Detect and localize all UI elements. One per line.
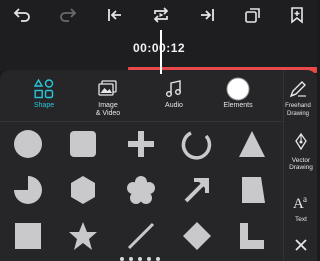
jump-to-end-icon[interactable]: [195, 3, 219, 27]
category-tabs: Shape Image & Video Audio Elements Freeh…: [0, 70, 311, 122]
shape-triangle[interactable]: [232, 124, 272, 164]
image-video-icon: [98, 80, 117, 96]
shape-square[interactable]: [8, 216, 48, 256]
shape-arrow[interactable]: [177, 170, 217, 210]
shape-plus[interactable]: [121, 124, 161, 164]
undo-icon[interactable]: [10, 3, 34, 27]
shape-trapezoid[interactable]: [232, 170, 272, 210]
shape-l-shape[interactable]: [232, 216, 272, 256]
redo-icon[interactable]: [56, 3, 80, 27]
vector-pen-icon: [295, 132, 307, 151]
shape-line[interactable]: [121, 216, 161, 256]
jump-to-start-icon[interactable]: [103, 3, 127, 27]
tab-label: Shape: [33, 102, 55, 109]
page-dot: [156, 257, 160, 261]
tab-image-video[interactable]: Image & Video: [80, 76, 136, 120]
shape-star[interactable]: [63, 216, 103, 256]
shape-hexagon[interactable]: [63, 170, 103, 210]
playhead[interactable]: [160, 30, 162, 74]
shapes-icon: [33, 78, 54, 99]
tab-label: Image & Video: [95, 102, 121, 117]
timeline[interactable]: 00:00:12: [0, 30, 317, 74]
side-tools: Vector Drawing A a Text: [283, 70, 317, 261]
shape-diamond[interactable]: [177, 216, 217, 256]
tab-label: Elements: [223, 102, 253, 109]
page-dot: [129, 257, 133, 261]
shape-rounded-square[interactable]: [63, 124, 103, 164]
close-icon: [295, 239, 307, 251]
top-toolbar: [0, 0, 317, 30]
tab-audio[interactable]: Audio: [146, 76, 202, 120]
side-label: Vector Drawing: [289, 157, 313, 171]
tab-shape[interactable]: Shape: [16, 76, 72, 120]
music-note-icon: [166, 80, 181, 97]
vector-drawing-button[interactable]: Vector Drawing: [284, 132, 318, 171]
elements-icon: [226, 77, 250, 101]
loop-play-icon[interactable]: [149, 3, 173, 27]
bookmark-add-icon[interactable]: [285, 3, 309, 27]
page-indicator: [120, 255, 180, 261]
svg-text:a: a: [303, 194, 307, 204]
text-button[interactable]: A a Text: [284, 193, 318, 223]
page-dot: [147, 257, 151, 261]
shape-arc[interactable]: [177, 124, 217, 164]
side-label: Text: [295, 216, 307, 223]
insert-panel: Shape Image & Video Audio Elements Freeh…: [0, 70, 317, 261]
close-button[interactable]: [284, 238, 318, 257]
page-dot: [120, 257, 124, 261]
page-dot: [138, 257, 142, 261]
shape-pie[interactable]: [8, 170, 48, 210]
copy-layers-icon[interactable]: [241, 3, 265, 27]
shape-grid: [0, 122, 283, 261]
tab-elements[interactable]: Elements: [210, 76, 266, 120]
text-icon: A a: [293, 194, 307, 212]
shape-flower[interactable]: [121, 170, 161, 210]
tab-label: Audio: [165, 102, 183, 109]
shape-circle[interactable]: [8, 124, 48, 164]
